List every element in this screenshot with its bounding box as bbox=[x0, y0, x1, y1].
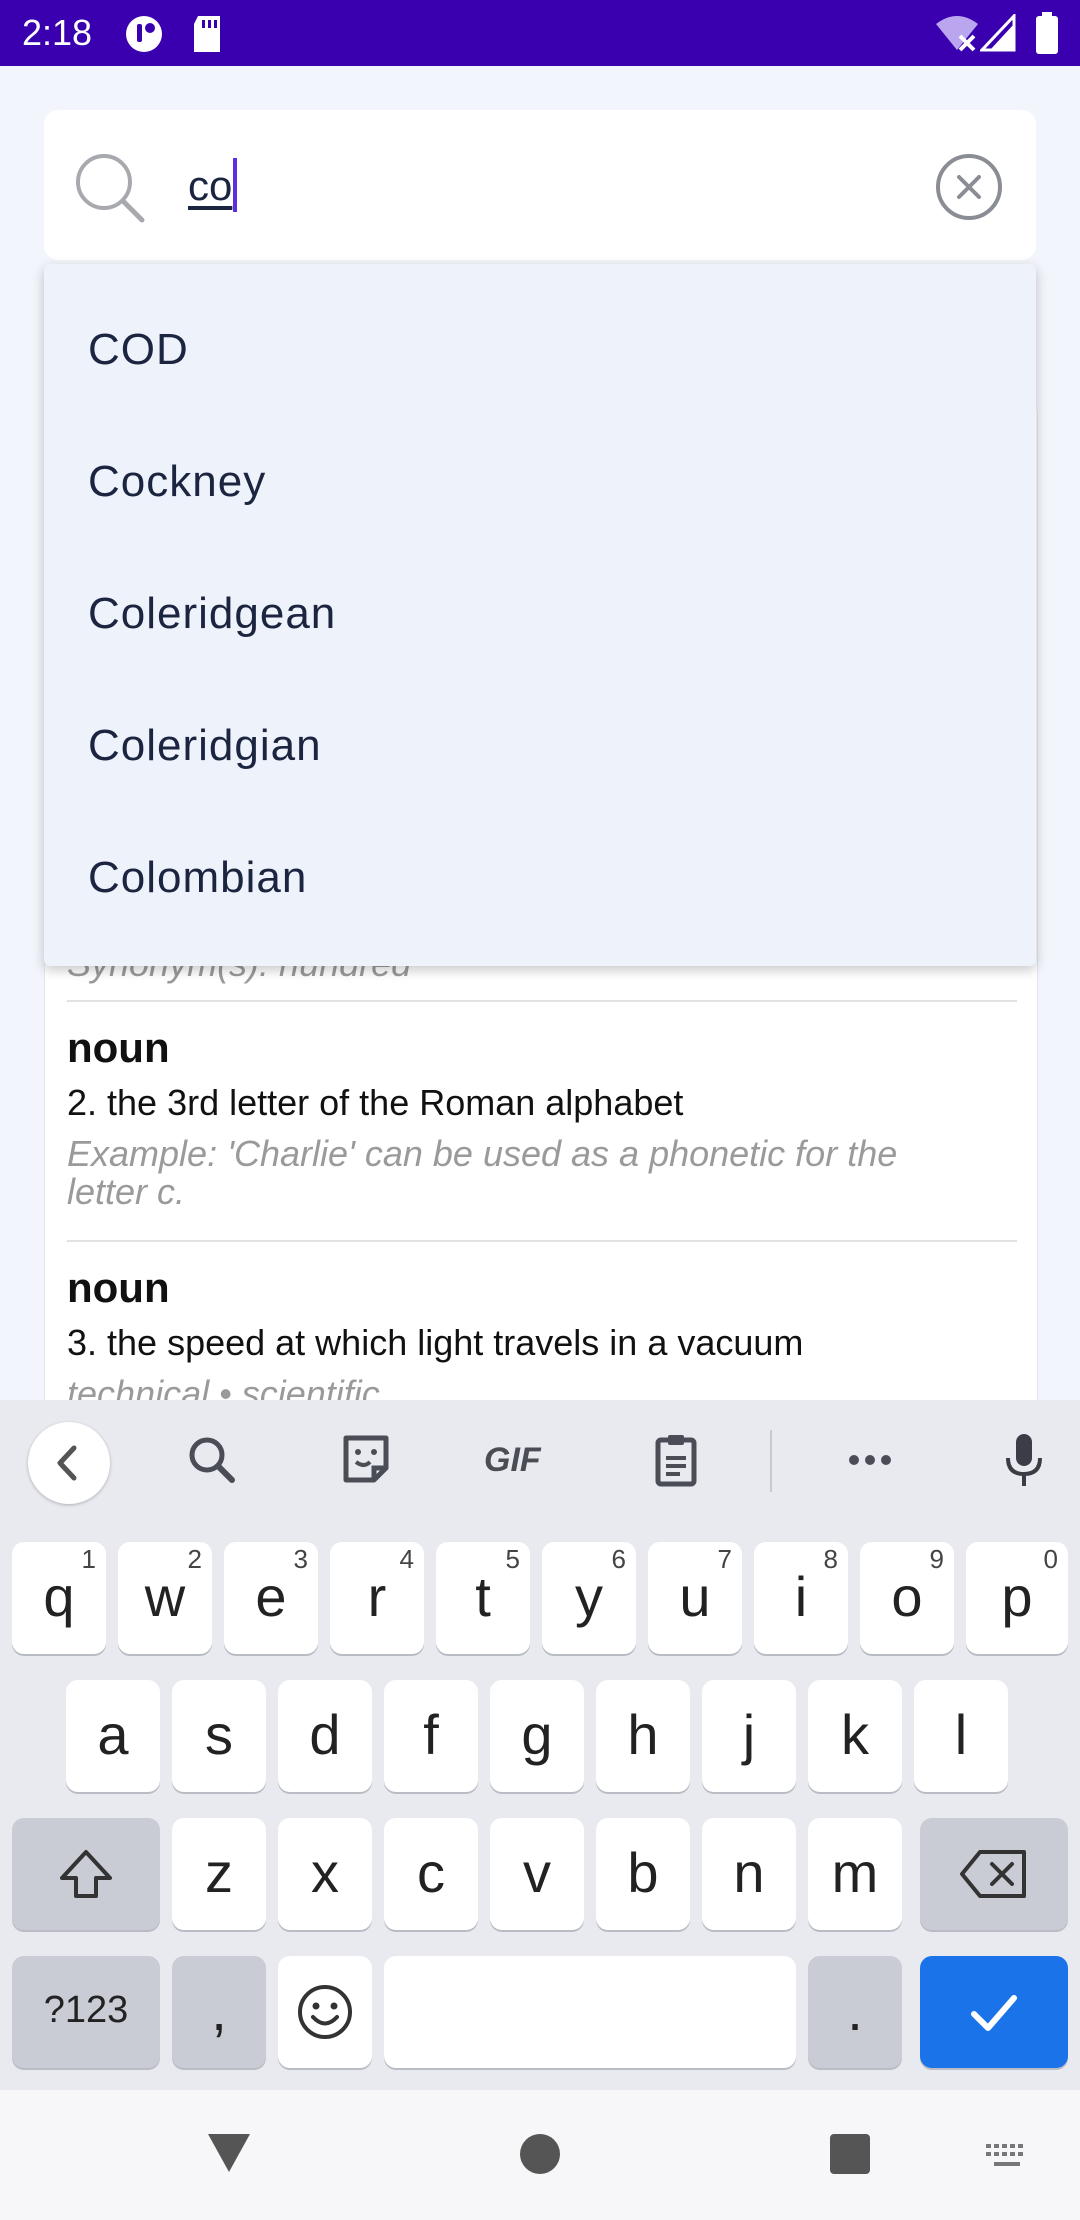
enter-key[interactable] bbox=[920, 1956, 1068, 2068]
divider bbox=[67, 1000, 1017, 1002]
example-text-cont: letter c. bbox=[67, 1171, 186, 1212]
key-n[interactable]: n bbox=[702, 1818, 796, 1930]
definition-text: 2. the 3rd letter of the Roman alphabet bbox=[67, 1082, 684, 1123]
key-d[interactable]: d bbox=[278, 1680, 372, 1792]
divider bbox=[67, 1240, 1017, 1242]
key-j[interactable]: j bbox=[702, 1680, 796, 1792]
key-t[interactable]: t5 bbox=[436, 1542, 530, 1654]
suggestion-item[interactable]: Cockney bbox=[44, 416, 1036, 548]
definition-text: 3. the speed at which light travels in a… bbox=[67, 1322, 804, 1363]
sd-card-icon bbox=[194, 16, 220, 52]
backspace-icon bbox=[960, 1850, 1026, 1898]
key-g[interactable]: g bbox=[490, 1680, 584, 1792]
emoji-key[interactable] bbox=[278, 1956, 372, 2068]
definition-item: noun 3. the speed at which light travels… bbox=[67, 1262, 1017, 1416]
key-l[interactable]: l bbox=[914, 1680, 1008, 1792]
key-o[interactable]: o9 bbox=[860, 1542, 954, 1654]
shift-key[interactable] bbox=[12, 1818, 160, 1930]
battery-icon bbox=[1036, 12, 1058, 54]
key-s[interactable]: s bbox=[172, 1680, 266, 1792]
key-r[interactable]: r4 bbox=[330, 1542, 424, 1654]
status-time: 2:18 bbox=[22, 12, 93, 53]
symbols-key[interactable]: ?123 bbox=[12, 1956, 160, 2068]
suggestion-label: Coleridgean bbox=[88, 589, 337, 638]
part-of-speech: noun bbox=[67, 1024, 170, 1071]
suggestion-item[interactable]: Colombian bbox=[44, 812, 1036, 944]
key-h[interactable]: h bbox=[596, 1680, 690, 1792]
shift-icon bbox=[60, 1850, 112, 1898]
more-icon[interactable] bbox=[840, 1430, 900, 1490]
suggestions-dropdown: COD Cockney Coleridgean Coleridgian Colo… bbox=[44, 264, 1036, 966]
suggestion-item[interactable]: COD bbox=[44, 284, 1036, 416]
key-x[interactable]: x bbox=[278, 1818, 372, 1930]
key-f[interactable]: f bbox=[384, 1680, 478, 1792]
navigation-bar bbox=[0, 2090, 1080, 2220]
clipboard-icon[interactable] bbox=[646, 1430, 706, 1490]
clear-circle-icon[interactable] bbox=[934, 152, 1004, 222]
key-w[interactable]: w2 bbox=[118, 1542, 212, 1654]
sticker-icon[interactable] bbox=[336, 1430, 396, 1490]
definition-item: noun 2. the 3rd letter of the Roman alph… bbox=[67, 1022, 1017, 1214]
search-query: co bbox=[188, 162, 233, 209]
suggestion-label: Cockney bbox=[88, 457, 267, 506]
microphone-icon[interactable] bbox=[994, 1430, 1054, 1490]
key-e[interactable]: e3 bbox=[224, 1542, 318, 1654]
key-k[interactable]: k bbox=[808, 1680, 902, 1792]
suggestion-label: Colombian bbox=[88, 853, 308, 902]
key-z[interactable]: z bbox=[172, 1818, 266, 1930]
key-y[interactable]: y6 bbox=[542, 1542, 636, 1654]
back-chevron-icon bbox=[57, 1445, 77, 1481]
status-bar: 2:18 bbox=[0, 0, 1080, 66]
space-key[interactable] bbox=[384, 1956, 796, 2068]
emoji-icon bbox=[298, 1985, 352, 2039]
period-key[interactable]: . bbox=[808, 1956, 902, 2068]
search-icon[interactable] bbox=[182, 1430, 242, 1490]
keyboard-toolbar: GIF bbox=[0, 1400, 1080, 1520]
comma-key[interactable]: , bbox=[172, 1956, 266, 2068]
key-b[interactable]: b bbox=[596, 1818, 690, 1930]
key-p[interactable]: p0 bbox=[966, 1542, 1068, 1654]
key-q[interactable]: q1 bbox=[12, 1542, 106, 1654]
search-input[interactable]: co bbox=[188, 158, 238, 214]
gif-button[interactable]: GIF bbox=[484, 1430, 554, 1490]
key-u[interactable]: u7 bbox=[648, 1542, 742, 1654]
key-m[interactable]: m bbox=[808, 1818, 902, 1930]
part-of-speech: noun bbox=[67, 1264, 170, 1311]
search-bar[interactable]: co bbox=[44, 110, 1036, 260]
keyboard-switch-icon[interactable] bbox=[984, 2142, 1030, 2172]
suggestion-label: Coleridgian bbox=[88, 721, 322, 770]
app-notification-icon bbox=[126, 16, 162, 52]
text-caret bbox=[233, 158, 238, 212]
toolbar-separator bbox=[770, 1430, 772, 1492]
home-circle-icon[interactable] bbox=[518, 2132, 562, 2176]
suggestion-label: COD bbox=[88, 325, 189, 374]
recents-square-icon[interactable] bbox=[828, 2132, 872, 2176]
example-text: Example: 'Charlie' can be used as a phon… bbox=[67, 1133, 898, 1174]
checkmark-icon bbox=[971, 1995, 1017, 2031]
signal-icon bbox=[980, 14, 1016, 52]
suggestion-item[interactable]: Coleridgian bbox=[44, 680, 1036, 812]
key-v[interactable]: v bbox=[490, 1818, 584, 1930]
backspace-key[interactable] bbox=[920, 1818, 1068, 1930]
suggestion-item[interactable]: Coleridgean bbox=[44, 548, 1036, 680]
soft-keyboard: GIF q1 w2 e3 r4 t5 y6 u7 i8 o9 p0 a s d … bbox=[0, 1400, 1080, 2090]
key-i[interactable]: i8 bbox=[754, 1542, 848, 1654]
search-icon bbox=[76, 154, 145, 223]
key-c[interactable]: c bbox=[384, 1818, 478, 1930]
back-triangle-icon[interactable] bbox=[206, 2130, 252, 2176]
wifi-off-icon bbox=[936, 16, 978, 52]
keyboard-back-button[interactable] bbox=[28, 1422, 110, 1504]
key-a[interactable]: a bbox=[66, 1680, 160, 1792]
